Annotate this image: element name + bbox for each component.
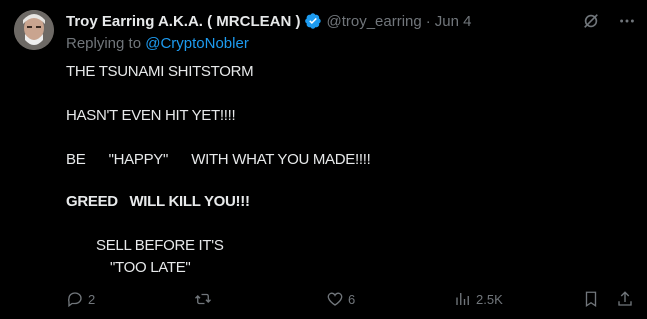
verified-badge-icon — [304, 12, 322, 30]
reply-button[interactable]: 2 — [66, 290, 95, 308]
views-count: 2.5K — [476, 291, 503, 307]
tweet-line: GREED WILL KILL YOU!!! — [66, 193, 250, 210]
author-name[interactable]: Troy Earring A.K.A. ( MRCLEAN ) — [66, 13, 300, 30]
author-handle[interactable]: @troy_earring — [326, 13, 421, 30]
share-icon — [618, 291, 632, 306]
reply-count: 2 — [88, 291, 96, 307]
retweet-button[interactable] — [194, 290, 216, 308]
avatar[interactable] — [14, 10, 54, 50]
tweet-line: HASN'T EVEN HIT YET!!!! — [66, 107, 236, 124]
tweet-line: SELL BEFORE IT'S — [96, 237, 224, 254]
like-count: 6 — [348, 291, 356, 307]
replying-to-line: Replying to @CryptoNobler — [66, 35, 249, 52]
reply-icon — [67, 292, 82, 308]
tweet-line: THE TSUNAMI SHITSTORM — [66, 63, 254, 80]
heart-icon — [327, 292, 343, 306]
tweet-line: "TOO LATE" — [110, 259, 191, 276]
tweet-line: BE "HAPPY" WITH WHAT YOU MADE!!!! — [66, 151, 371, 168]
share-button[interactable] — [616, 290, 634, 308]
more-icon[interactable] — [617, 11, 637, 31]
views-icon — [456, 293, 469, 305]
separator-dot: · — [425, 12, 431, 30]
views-button[interactable]: 2.5K — [454, 290, 503, 308]
tweet-date[interactable]: Jun 4 — [435, 13, 472, 30]
like-button[interactable]: 6 — [326, 290, 355, 308]
tweet-header: Troy Earring A.K.A. ( MRCLEAN ) @troy_ea… — [66, 11, 637, 31]
mention-link[interactable]: @CryptoNobler — [145, 35, 249, 52]
bookmark-icon — [585, 291, 597, 308]
bookmark-button[interactable] — [582, 290, 600, 308]
retweet-icon — [195, 293, 211, 305]
replying-to-label: Replying to — [66, 35, 142, 52]
grok-icon[interactable] — [581, 11, 601, 31]
tweet-actions: 2 6 2.5K — [66, 290, 636, 312]
